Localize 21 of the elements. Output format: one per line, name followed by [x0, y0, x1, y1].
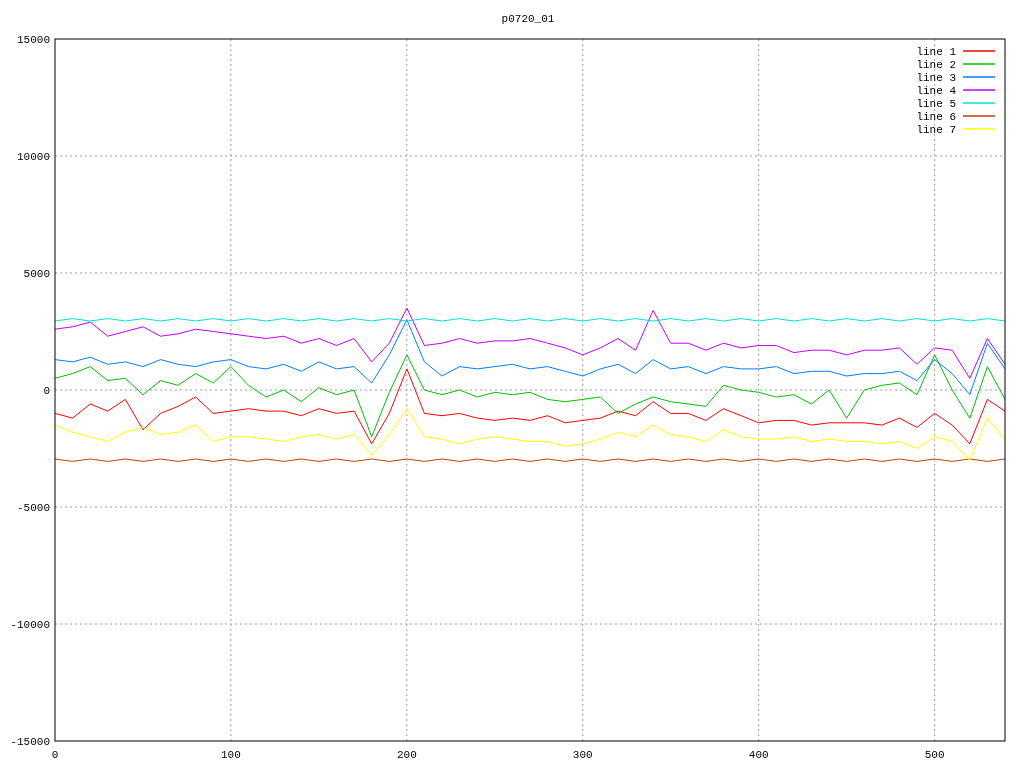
legend-label: line 3 — [916, 72, 956, 84]
legend-label: line 5 — [916, 98, 956, 110]
legend-label: line 7 — [916, 124, 956, 136]
legend-label: line 6 — [916, 111, 956, 123]
axis-tick-label: 0 — [51, 749, 59, 761]
axis-tick-label: 0 — [43, 385, 50, 397]
legend-label: line 4 — [916, 85, 956, 97]
axis-tick-label: 400 — [748, 749, 769, 761]
axis-tick-label: 10000 — [17, 151, 50, 163]
axis-tick-label: 200 — [396, 749, 417, 761]
chart-title: p0720_01 — [501, 13, 555, 25]
axis-tick-label: 5000 — [23, 268, 50, 280]
legend-label: line 2 — [916, 59, 956, 71]
axis-tick-label: 100 — [221, 749, 241, 761]
axis-tick-label: -10000 — [10, 619, 50, 631]
axis-tick-label: 300 — [572, 749, 593, 761]
legend-label: line 1 — [916, 46, 956, 58]
axis-tick-label: 500 — [924, 749, 945, 761]
axis-tick-label: -15000 — [10, 736, 50, 748]
axis-tick-label: 15000 — [17, 34, 50, 46]
axis-tick-label: -5000 — [17, 502, 50, 514]
